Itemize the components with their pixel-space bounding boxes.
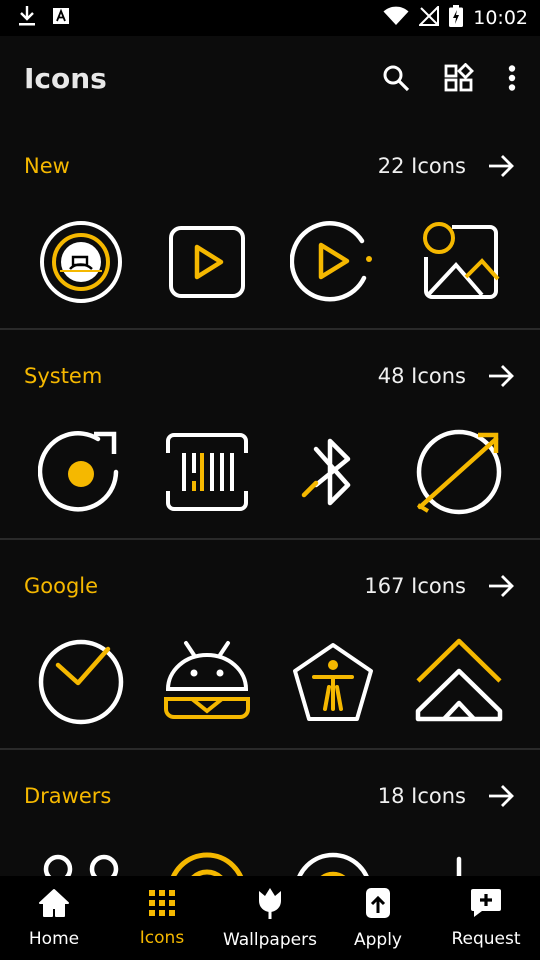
section-drawers: Drawers 18 Icons [0,750,540,876]
section-title: Drawers [24,784,112,808]
arrow-right-icon[interactable] [486,365,516,387]
bluetooth-icon[interactable] [283,422,383,522]
arrow-right-icon[interactable] [486,575,516,597]
target-icon[interactable] [157,842,257,876]
keyboard-a-icon [52,7,70,30]
barcode-scanner-icon[interactable] [157,422,257,522]
nav-request[interactable]: Request [432,876,540,960]
section-count: 18 Icons [377,784,466,808]
target-small-icon[interactable] [283,842,383,876]
nav-home[interactable]: Home [0,876,108,960]
nav-icons[interactable]: Icons [108,876,216,960]
record-rotate-icon[interactable] [31,422,131,522]
wifi-icon [383,6,409,31]
section-new: New 22 Icons [0,120,540,330]
request-icon [470,888,502,923]
arrow-right-icon[interactable] [486,785,516,807]
section-title: Google [24,574,99,598]
equalizer-icon[interactable] [409,842,509,876]
section-header[interactable]: New 22 Icons [0,120,540,212]
arrow-right-icon[interactable] [486,155,516,177]
section-system: System 48 Icons [0,330,540,540]
play-circle-icon[interactable] [283,212,383,312]
more-vertical-icon[interactable] [508,65,516,91]
search-icon[interactable] [382,64,410,92]
section-header[interactable]: Google 167 Icons [0,540,540,632]
section-google: Google 167 Icons [0,540,540,750]
section-count: 48 Icons [377,364,466,388]
status-time: 10:02 [473,7,528,29]
section-count: 22 Icons [377,154,466,178]
section-count: 167 Icons [364,574,466,598]
accessibility-icon[interactable] [283,632,383,732]
nav-label: Apply [354,929,402,950]
gallery-icon[interactable] [409,212,509,312]
section-title: New [24,154,70,178]
nav-label: Wallpapers [223,929,317,950]
android-icon[interactable] [157,632,257,732]
tulip-icon [256,887,284,924]
nav-wallpapers[interactable]: Wallpapers [216,876,324,960]
google-home-icon[interactable] [409,632,509,732]
play-square-icon[interactable] [157,212,257,312]
camera-lens-icon[interactable] [31,212,131,312]
nav-label: Home [28,928,80,949]
section-title: System [24,364,103,388]
tape-icon[interactable] [31,842,131,876]
telescope-icon[interactable] [409,422,509,522]
nav-label: Icons [139,927,185,948]
battery-charging-icon [449,4,464,32]
dashboard-icon[interactable] [444,63,474,93]
status-bar: 10:02 [0,0,540,36]
section-header[interactable]: Drawers 18 Icons [0,750,540,842]
home-icon [38,888,70,923]
no-signal-icon [417,4,440,31]
page-title: Icons [24,61,107,95]
bottom-navigation: Home Icons Wallpapers Apply Request [0,876,540,960]
section-header[interactable]: System 48 Icons [0,330,540,422]
app-bar: Icons [0,36,540,120]
apply-icon [365,887,391,924]
nav-apply[interactable]: Apply [324,876,432,960]
download-icon [18,5,36,32]
nav-label: Request [451,928,521,949]
icon-sections[interactable]: New 22 Icons System 48 Icons Google 167 … [0,120,540,876]
clock-icon[interactable] [31,632,131,732]
grid-dots-icon [148,889,176,922]
